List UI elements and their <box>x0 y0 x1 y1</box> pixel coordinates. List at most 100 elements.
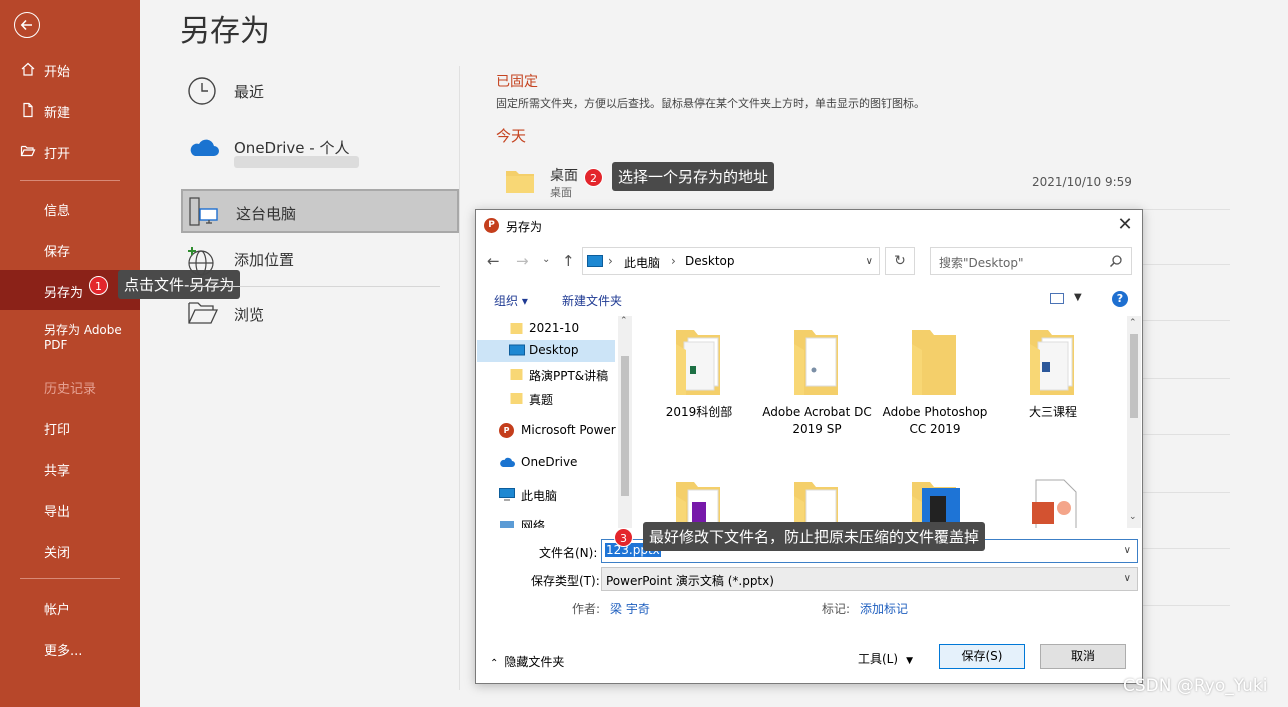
nav-close[interactable]: 关闭 <box>0 530 140 570</box>
open-folder-icon <box>187 300 219 330</box>
file-pptx-item[interactable] <box>998 476 1108 528</box>
tools-button[interactable]: 工具(L) ▼ <box>858 650 913 667</box>
nav-save-as-pdf[interactable]: 另存为 Adobe PDF <box>0 316 140 356</box>
author-value[interactable]: 梁 宇奇 <box>610 600 650 617</box>
help-icon[interactable]: ? <box>1112 291 1128 307</box>
close-icon[interactable]: ✕ <box>1114 214 1136 236</box>
save-button[interactable]: 保存(S) <box>939 644 1025 669</box>
search-input[interactable]: 搜索"Desktop" <box>930 247 1132 275</box>
file-folder-item[interactable]: Adobe Photoshop CC 2019 <box>880 324 990 438</box>
organize-button[interactable]: 组织 ▾ <box>494 292 528 309</box>
scroll-thumb[interactable] <box>1130 334 1138 418</box>
nav-save-label: 保存 <box>44 245 71 260</box>
recent-folder-name: 桌面 <box>550 168 578 184</box>
nav-export[interactable]: 导出 <box>0 489 140 529</box>
nav-info[interactable]: 信息 <box>0 188 140 228</box>
file-folder-item[interactable] <box>644 476 754 528</box>
cancel-button[interactable]: 取消 <box>1040 644 1126 669</box>
nav-folder-exam[interactable]: 真题 <box>477 388 617 410</box>
author-label: 作者: <box>572 602 601 616</box>
hide-folders-toggle[interactable]: ⌃ 隐藏文件夹 <box>490 653 564 670</box>
recent-folder-date: 2021/10/10 9:59 <box>1032 175 1132 189</box>
new-folder-button[interactable]: 新建文件夹 <box>562 292 622 309</box>
filetype-dropdown-chevron-icon[interactable]: ∨ <box>1124 573 1131 584</box>
computer-icon <box>187 196 218 226</box>
tags-input[interactable]: 添加标记 <box>860 600 908 617</box>
save-as-dialog: P 另存为 ✕ ← → ⌄ ↑ › 此电脑 › Desktop ∨ ↻ 搜索"D… <box>475 209 1143 684</box>
navigation-pane: 2021-10 Desktop 路演PPT&讲稿 真题 P Microsoft … <box>477 316 632 528</box>
breadcrumb-this-pc[interactable]: 此电脑 <box>624 254 660 271</box>
backstage-sidebar: 开始 新建 打开 信息 保存 另存为 另存为 Adobe PDF 历史记录 打印… <box>0 0 140 707</box>
view-dropdown-chevron-icon[interactable]: ▼ <box>1074 292 1082 303</box>
file-name: Adobe Photoshop CC 2019 <box>882 405 988 436</box>
view-options-icon[interactable] <box>1050 293 1064 304</box>
nav-network[interactable]: 网络 <box>477 514 617 528</box>
nav-folder-desktop[interactable]: Desktop <box>477 340 615 362</box>
location-onedrive-label: OneDrive - 个人 <box>234 139 350 157</box>
step-badge-3: 3 <box>614 528 633 547</box>
filetype-select[interactable]: PowerPoint 演示文稿 (*.pptx) ∨ <box>601 567 1138 591</box>
folder-with-word-icon <box>1022 324 1084 400</box>
file-folder-item[interactable] <box>762 476 872 528</box>
nav-folder-roadshow[interactable]: 路演PPT&讲稿 <box>477 364 617 386</box>
nav-share[interactable]: 共享 <box>0 448 140 488</box>
back-arrow-icon[interactable] <box>14 12 40 38</box>
nav-new-label: 新建 <box>44 106 71 121</box>
nav-microsoft-powerpoint[interactable]: P Microsoft Power <box>477 420 617 442</box>
nav-more[interactable]: 更多... <box>0 628 140 668</box>
nav-item-label: 真题 <box>529 393 554 407</box>
nav-open[interactable]: 打开 <box>0 131 140 171</box>
nav-save[interactable]: 保存 <box>0 229 140 269</box>
recent-folder-path: 桌面 <box>550 186 572 199</box>
filetype-value: PowerPoint 演示文稿 (*.pptx) <box>606 574 774 588</box>
nav-new[interactable]: 新建 <box>0 90 140 130</box>
folder-icon <box>786 324 848 400</box>
scroll-up-chevron-icon[interactable]: ⌃ <box>620 316 628 326</box>
nav-close-label: 关闭 <box>44 546 71 561</box>
location-recent-label: 最近 <box>234 83 265 101</box>
nav-onedrive[interactable]: OneDrive <box>477 452 617 474</box>
back-arrow-icon[interactable]: ← <box>487 252 500 270</box>
dialog-title: 另存为 <box>506 220 543 234</box>
tools-label: 工具(L) <box>858 652 899 666</box>
scroll-up-chevron-icon[interactable]: ⌃ <box>1129 318 1137 328</box>
nav-item-label: OneDrive <box>521 455 578 469</box>
search-placeholder: 搜索"Desktop" <box>939 256 1024 270</box>
file-folder-item[interactable]: 大三课程 <box>998 324 1108 421</box>
forward-arrow-icon[interactable]: → <box>516 252 529 270</box>
home-icon <box>20 61 36 77</box>
location-browse[interactable]: 浏览 <box>181 292 459 336</box>
file-folder-item[interactable]: 2019科创部 <box>644 324 754 421</box>
network-icon <box>499 518 515 528</box>
nav-save-as-pdf-label: 另存为 Adobe PDF <box>44 323 122 352</box>
nav-this-pc[interactable]: 此电脑 <box>477 484 617 506</box>
scroll-down-chevron-icon[interactable]: ⌄ <box>1129 512 1137 522</box>
nav-print[interactable]: 打印 <box>0 407 140 447</box>
location-add-place-label: 添加位置 <box>234 251 295 269</box>
navigation-pane-scrollbar[interactable]: ⌃ <box>618 316 632 528</box>
step-badge-2: 2 <box>584 168 603 187</box>
breadcrumb-separator: › <box>608 254 613 268</box>
search-icon <box>1109 254 1123 268</box>
nav-home[interactable]: 开始 <box>0 49 140 89</box>
location-recent[interactable]: 最近 <box>181 68 459 112</box>
up-arrow-icon[interactable]: ↑ <box>562 252 575 270</box>
nav-folder-2021-10[interactable]: 2021-10 <box>477 318 617 340</box>
file-list-scrollbar[interactable]: ⌃ ⌄ <box>1127 316 1141 528</box>
refresh-icon[interactable]: ↻ <box>885 247 915 275</box>
location-this-pc[interactable]: 这台电脑 <box>181 189 459 233</box>
nav-item-label: Desktop <box>529 343 579 357</box>
file-folder-item[interactable] <box>880 476 990 528</box>
open-folder-icon <box>20 143 36 159</box>
folder-icon <box>510 392 523 404</box>
address-dropdown-chevron-icon[interactable]: ∨ <box>866 256 873 267</box>
breadcrumb-desktop[interactable]: Desktop <box>685 254 735 268</box>
address-bar[interactable]: › 此电脑 › Desktop ∨ <box>582 247 880 275</box>
location-add-place[interactable]: 添加位置 <box>181 237 459 281</box>
filename-dropdown-chevron-icon[interactable]: ∨ <box>1124 545 1131 556</box>
recent-locations-chevron-icon[interactable]: ⌄ <box>542 254 550 265</box>
file-folder-item[interactable]: Adobe Acrobat DC 2019 SP <box>762 324 872 438</box>
scroll-thumb[interactable] <box>621 356 629 496</box>
nav-account[interactable]: 帐户 <box>0 587 140 627</box>
location-onedrive[interactable]: OneDrive - 个人 <box>181 124 459 174</box>
